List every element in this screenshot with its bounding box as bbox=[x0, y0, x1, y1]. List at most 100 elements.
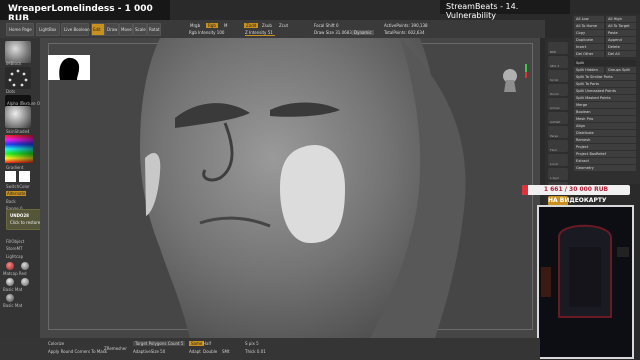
stroke-label: Dots bbox=[6, 89, 16, 94]
subtool-btn-8[interactable]: Insert bbox=[574, 44, 604, 50]
thick-slider[interactable]: Thick 0.01 bbox=[245, 349, 266, 354]
total-points-readout: TotalPoints: 602,634 bbox=[384, 30, 425, 35]
matcap-swatch-1[interactable] bbox=[6, 262, 14, 270]
stroke-thumbnail[interactable] bbox=[5, 67, 31, 89]
subtool-btn-10[interactable]: Del Other bbox=[574, 51, 604, 57]
rgb-toggle[interactable]: Rgb bbox=[206, 23, 218, 28]
subtool-btn-3[interactable]: All To Target bbox=[606, 23, 636, 29]
split-item-4[interactable]: Split Unmasked Points bbox=[574, 88, 636, 94]
zcut-toggle[interactable]: Zcut bbox=[279, 23, 288, 28]
store-mt-button[interactable]: StoreMT bbox=[6, 246, 22, 251]
subtool-btn-2[interactable]: All To Home bbox=[574, 23, 604, 29]
donation-subtitle: НА ВИДЕОКАРТУ bbox=[548, 197, 607, 204]
rt-button-actual[interactable]: Actual bbox=[548, 98, 568, 110]
rt-button-l-sym[interactable]: L.Sym bbox=[548, 168, 568, 180]
orientation-gizmo[interactable] bbox=[498, 62, 527, 92]
live-boolean-button[interactable]: Live Boolean bbox=[61, 23, 90, 36]
rt-button-floor[interactable]: Floor bbox=[548, 140, 568, 152]
half-toggle[interactable]: Half bbox=[203, 341, 211, 346]
z-intensity-bar bbox=[245, 35, 275, 36]
mini-head-icon bbox=[503, 64, 527, 92]
subtool-item-3[interactable]: Align bbox=[574, 123, 636, 129]
matcap-swatch-5[interactable] bbox=[6, 294, 14, 302]
subtool-btn-1[interactable]: All High bbox=[606, 16, 636, 22]
tooltip-title: UNDO28 bbox=[10, 213, 29, 218]
rt-button-persp[interactable]: Persp bbox=[548, 126, 568, 138]
scale-button[interactable]: Scale bbox=[133, 23, 147, 36]
colorize-label[interactable]: Colorize bbox=[48, 341, 64, 346]
rt-button-label: Actual bbox=[550, 106, 560, 110]
rt-button-bpr[interactable]: BPR bbox=[548, 42, 568, 54]
split-item-2[interactable]: Split To Similar Parts bbox=[574, 74, 636, 80]
subtool-item-1[interactable]: Boolean bbox=[574, 109, 636, 115]
matcap-swatch-2[interactable] bbox=[21, 262, 29, 270]
rt-button-spix-3[interactable]: SPix 3 bbox=[548, 56, 568, 68]
subtool-btn-11[interactable]: Del All bbox=[606, 51, 636, 57]
adaptive-size-slider[interactable]: AdaptiveSize 50 bbox=[133, 349, 165, 354]
split-item-5[interactable]: Split Masked Points bbox=[574, 95, 636, 101]
dynamic-toggle[interactable]: Dynamic bbox=[352, 30, 374, 35]
gradient-label: Gradient bbox=[6, 165, 24, 170]
apply-round-corners-button[interactable]: Apply Round Corners To Mask bbox=[48, 349, 107, 354]
split-item-3[interactable]: Split To Parts bbox=[574, 81, 636, 87]
rotate-button[interactable]: Rotat bbox=[147, 23, 161, 36]
alternate-toggle[interactable]: Alternate bbox=[6, 191, 27, 196]
subtool-item-8[interactable]: Extract bbox=[574, 158, 636, 164]
smt-toggle[interactable]: SMt bbox=[222, 349, 230, 354]
main-color-swatch[interactable] bbox=[5, 171, 16, 182]
subtool-item-4[interactable]: Distribute bbox=[574, 130, 636, 136]
draw-button[interactable]: Draw bbox=[105, 23, 119, 36]
zadd-toggle[interactable]: Zadd bbox=[244, 23, 259, 28]
spix-slider[interactable]: S pix 5 bbox=[245, 341, 259, 346]
adapt-toggle[interactable]: Adapt bbox=[189, 349, 201, 354]
subtool-btn-5[interactable]: Paste bbox=[606, 30, 636, 36]
subtool-item-7[interactable]: Project BasRelief bbox=[574, 151, 636, 157]
subtool-btn-9[interactable]: Delete bbox=[606, 44, 636, 50]
sculpt-head-model[interactable] bbox=[40, 38, 540, 338]
groups-split-button[interactable]: Groups Split bbox=[606, 67, 636, 73]
brush-thumbnail[interactable] bbox=[5, 41, 31, 63]
subtool-item-0[interactable]: Merge bbox=[574, 102, 636, 108]
rt-button-local[interactable]: Local bbox=[548, 154, 568, 166]
rt-button-scroll[interactable]: Scroll bbox=[548, 70, 568, 82]
split-hidden-button[interactable]: Split Hidden bbox=[574, 67, 604, 73]
split-header[interactable]: Split bbox=[574, 60, 636, 66]
top-toolbar: Home Page LightBox Live Boolean Edit Dra… bbox=[0, 20, 545, 38]
matcap-swatch-3[interactable] bbox=[6, 278, 14, 286]
bottom-left-shelf bbox=[0, 338, 40, 360]
subtool-item-6[interactable]: Project bbox=[574, 144, 636, 150]
switch-color-button[interactable]: SwitchColor bbox=[6, 184, 30, 189]
donation-progress-bar: 1 661 / 30 000 RUB bbox=[522, 185, 630, 195]
mrgb-toggle[interactable]: Mrgb bbox=[190, 23, 200, 28]
bottom-toolbar: Colorize Apply Round Corners To Mask ZRe… bbox=[40, 338, 540, 360]
rgb-intensity-slider[interactable]: Rgb Intensity 100 bbox=[189, 30, 224, 35]
target-polygons-slider[interactable]: Target Polygons Count 5 bbox=[133, 341, 186, 346]
viewport-canvas[interactable] bbox=[40, 38, 540, 338]
m-toggle[interactable]: M bbox=[224, 23, 227, 28]
edit-button[interactable]: Edit bbox=[91, 23, 105, 36]
subtool-btn-0[interactable]: All Low bbox=[574, 16, 604, 22]
color-picker[interactable] bbox=[5, 135, 33, 163]
rt-button-zoom[interactable]: Zoom bbox=[548, 84, 568, 96]
matcap-swatch-4[interactable] bbox=[21, 278, 29, 286]
draw-size-slider[interactable]: Draw Size 31.06835 bbox=[314, 30, 354, 35]
subtool-item-2[interactable]: Mesh Prio bbox=[574, 116, 636, 122]
subtool-btn-6[interactable]: Duplicate bbox=[574, 37, 604, 43]
subtool-btn-7[interactable]: Append bbox=[606, 37, 636, 43]
back-toggle[interactable]: Back bbox=[6, 199, 16, 204]
geometry-section-button[interactable]: Geometry bbox=[574, 165, 636, 171]
focal-shift-slider[interactable]: Focal Shift 0 bbox=[314, 23, 339, 28]
subtool-btn-4[interactable]: Copy bbox=[574, 30, 604, 36]
material-thumbnail[interactable] bbox=[5, 106, 31, 128]
rt-button-aahalf[interactable]: AAHalf bbox=[548, 112, 568, 124]
zsub-toggle[interactable]: Zsub bbox=[262, 23, 272, 28]
lightbox-button[interactable]: LightBox bbox=[36, 23, 60, 36]
home-page-button[interactable]: Home Page bbox=[6, 23, 34, 36]
secondary-color-swatch[interactable] bbox=[19, 171, 30, 182]
zremesher-button[interactable]: ZRemesher bbox=[104, 346, 127, 351]
subtool-item-5[interactable]: Remesh bbox=[574, 137, 636, 143]
double-toggle[interactable]: Double bbox=[203, 349, 217, 354]
fill-object-button[interactable]: FillObject bbox=[6, 239, 24, 244]
move-button[interactable]: Move bbox=[119, 23, 133, 36]
rt-button-label: Zoom bbox=[550, 92, 559, 96]
